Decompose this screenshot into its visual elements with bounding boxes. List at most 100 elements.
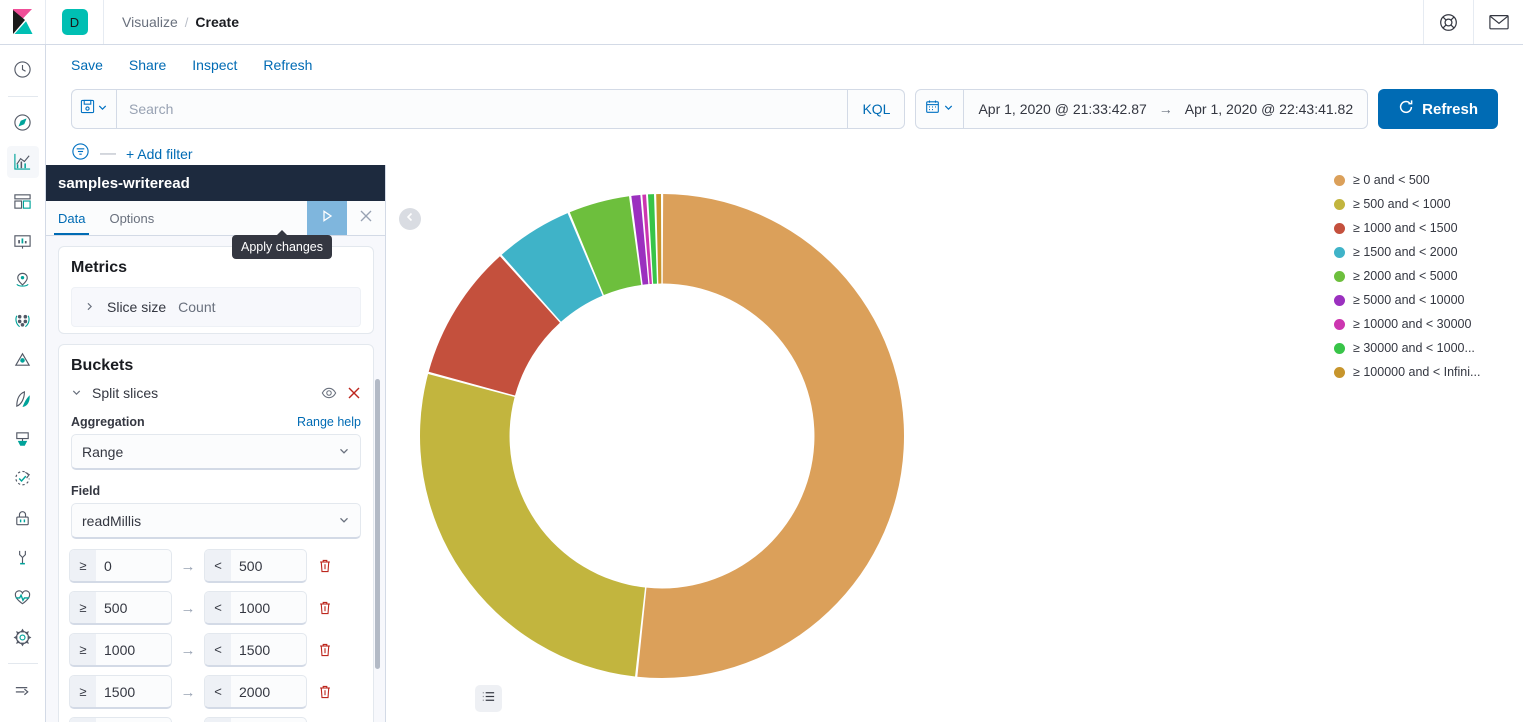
kibana-logo-icon[interactable]	[0, 0, 46, 44]
legend-item[interactable]: ≥ 5000 and < 10000	[1334, 293, 1509, 307]
sidebar-item-infrastructure[interactable]	[7, 344, 39, 376]
editor-tab-actions	[307, 201, 385, 235]
range-arrow-icon: →	[180, 557, 196, 575]
range-to-input[interactable]: <1500	[204, 633, 307, 667]
sidebar-item-uptime[interactable]	[7, 463, 39, 495]
legend-item[interactable]: ≥ 1000 and < 1500	[1334, 221, 1509, 235]
delete-range-button[interactable]	[312, 558, 338, 574]
range-to-input[interactable]: <2000	[204, 675, 307, 709]
apply-changes-button[interactable]	[307, 201, 347, 235]
editor-scrollbar[interactable]	[375, 379, 380, 669]
range-to-input[interactable]: <5000	[204, 717, 307, 722]
add-filter-button[interactable]: + Add filter	[126, 146, 193, 162]
filter-funnel-icon[interactable]	[71, 142, 90, 166]
date-quick-select-button[interactable]	[916, 90, 965, 128]
sidebar-item-management[interactable]	[7, 621, 39, 653]
donut-chart[interactable]	[387, 165, 1347, 722]
legend-color-dot	[1334, 366, 1345, 378]
range-to-operator: <	[205, 718, 231, 722]
sidebar-item-discover[interactable]	[7, 107, 39, 139]
legend-item[interactable]: ≥ 500 and < 1000	[1334, 197, 1509, 211]
eye-icon[interactable]	[321, 385, 337, 401]
sidebar-item-apm[interactable]	[7, 423, 39, 455]
sidebar-item-logs[interactable]	[7, 384, 39, 416]
range-from-input[interactable]: ≥2000	[69, 717, 172, 722]
sidebar-item-siem[interactable]	[7, 503, 39, 535]
breadcrumb-visualize[interactable]: Visualize	[122, 14, 178, 30]
legend-color-dot	[1334, 222, 1345, 234]
legend-item[interactable]: ≥ 2000 and < 5000	[1334, 269, 1509, 283]
sidebar-item-recently-viewed[interactable]	[7, 54, 39, 86]
donut-slice[interactable]	[637, 194, 905, 678]
breadcrumb-separator: /	[184, 14, 189, 30]
sidebar-item-monitoring[interactable]	[7, 582, 39, 614]
legend-toggle-button[interactable]	[475, 685, 502, 712]
sidebar-item-machine-learning[interactable]	[7, 305, 39, 337]
date-end-button[interactable]: Apr 1, 2020 @ 22:43:41.82	[1185, 101, 1353, 117]
query-bar: Search KQL Apr 1, 2020 @ 21:33:42.87 → A…	[46, 84, 1523, 134]
range-to-input[interactable]: <500	[204, 549, 307, 583]
query-language-button[interactable]: KQL	[848, 89, 906, 129]
delete-range-button[interactable]	[312, 600, 338, 616]
legend-item[interactable]: ≥ 10000 and < 30000	[1334, 317, 1509, 331]
save-floppy-icon	[80, 99, 95, 119]
breadcrumb-create: Create	[195, 14, 239, 30]
range-arrow-icon: →	[180, 599, 196, 617]
metric-slice-size-row[interactable]: Slice size Count	[71, 287, 361, 327]
tab-data[interactable]: Data	[46, 201, 97, 235]
legend-item[interactable]: ≥ 30000 and < 1000...	[1334, 341, 1509, 355]
range-to-input[interactable]: <1000	[204, 591, 307, 625]
remove-bucket-button[interactable]	[347, 386, 361, 400]
range-row: ≥500 → <1000	[59, 591, 373, 633]
range-from-operator: ≥	[70, 634, 96, 665]
tab-options[interactable]: Options	[97, 201, 166, 235]
sidebar-item-dashboard[interactable]	[7, 186, 39, 218]
legend-item[interactable]: ≥ 0 and < 500	[1334, 173, 1509, 187]
inspect-button[interactable]: Inspect	[192, 57, 237, 73]
field-select[interactable]: readMillis	[71, 503, 361, 539]
legend-item[interactable]: ≥ 1500 and < 2000	[1334, 245, 1509, 259]
legend-color-dot	[1334, 318, 1345, 330]
range-from-input[interactable]: ≥1500	[69, 675, 172, 709]
delete-range-button[interactable]	[312, 684, 338, 700]
refresh-menu-button[interactable]: Refresh	[263, 57, 312, 73]
donut-slice[interactable]	[656, 194, 662, 284]
range-from-operator: ≥	[70, 718, 96, 722]
search-placeholder-text: Search	[129, 101, 174, 117]
range-from-value: 1000	[104, 641, 136, 658]
close-editor-button[interactable]	[347, 201, 385, 235]
chevron-right-icon	[84, 300, 95, 315]
range-from-input[interactable]: ≥0	[69, 549, 172, 583]
lifebuoy-help-icon[interactable]	[1423, 0, 1473, 44]
split-slices-label: Split slices	[92, 385, 159, 401]
range-from-input[interactable]: ≥1000	[69, 633, 172, 667]
breadcrumb: Visualize / Create	[104, 14, 239, 30]
split-slices-header[interactable]: Split slices	[59, 385, 373, 411]
donut-slice[interactable]	[419, 373, 646, 677]
share-button[interactable]: Share	[129, 57, 166, 73]
sidebar-item-dev-tools[interactable]	[7, 542, 39, 574]
range-row: ≥1000 → <1500	[59, 633, 373, 675]
search-input[interactable]: Search	[116, 89, 849, 129]
saved-query-button[interactable]	[71, 89, 116, 129]
range-from-input[interactable]: ≥500	[69, 591, 172, 625]
save-button[interactable]: Save	[71, 57, 103, 73]
editor-scroll-container[interactable]: Metrics Slice size Count Buckets Split s…	[46, 236, 385, 722]
aggregation-select[interactable]: Range	[71, 434, 361, 470]
collapse-editor-button[interactable]	[399, 208, 421, 230]
refresh-button[interactable]: Refresh	[1378, 89, 1498, 129]
legend-item[interactable]: ≥ 100000 and < Infini...	[1334, 365, 1509, 379]
dock-navigation-icon[interactable]	[7, 674, 39, 706]
space-badge-container[interactable]: D	[46, 0, 104, 44]
range-help-link[interactable]: Range help	[297, 415, 361, 429]
sidebar-item-visualize[interactable]	[6, 146, 39, 178]
sidebar-item-canvas[interactable]	[7, 225, 39, 257]
delete-range-button[interactable]	[312, 642, 338, 658]
envelope-icon[interactable]	[1473, 0, 1523, 44]
sidebar-item-maps[interactable]	[7, 265, 39, 297]
kibana-visualize-create-page: D Visualize / Create Save Share Inspect …	[0, 0, 1523, 722]
range-from-operator: ≥	[70, 550, 96, 581]
chart-legend: ≥ 0 and < 500 ≥ 500 and < 1000 ≥ 1000 and …	[1334, 173, 1509, 379]
space-badge[interactable]: D	[61, 9, 88, 35]
date-start-button[interactable]: Apr 1, 2020 @ 21:33:42.87	[978, 101, 1146, 117]
